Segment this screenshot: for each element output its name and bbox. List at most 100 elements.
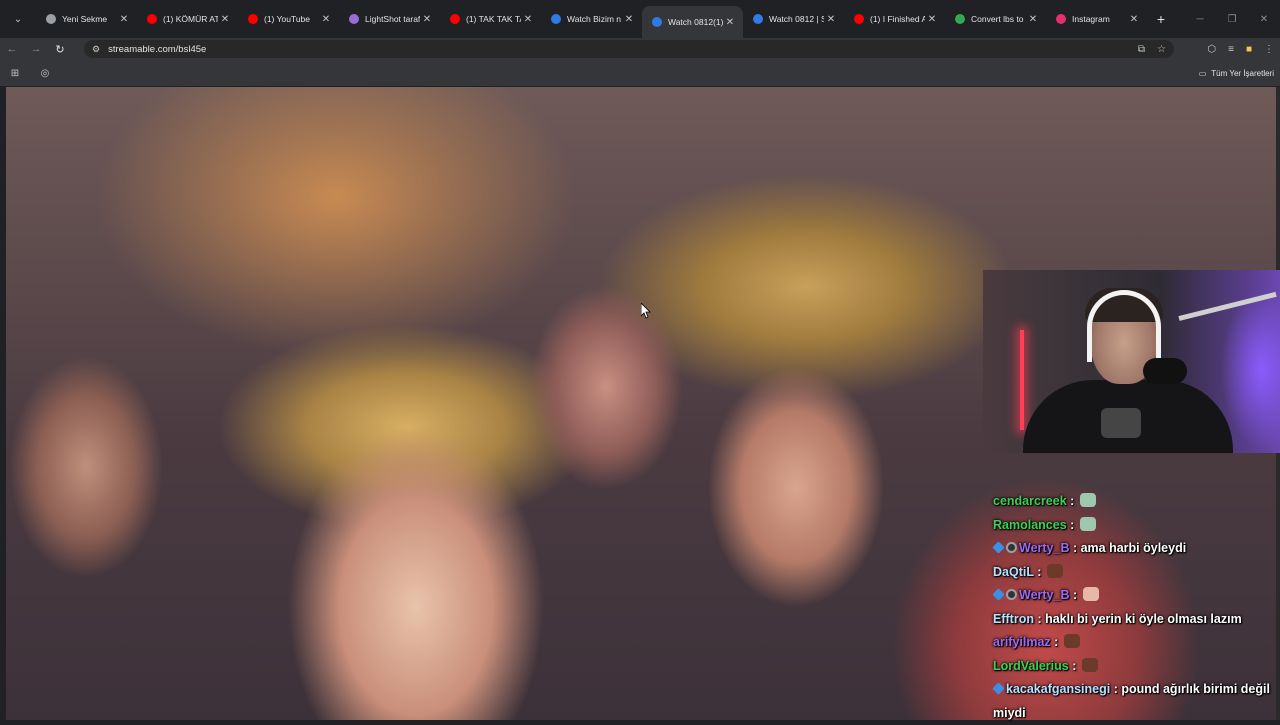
streamable-icon: [551, 14, 561, 24]
chat-message: arifyilmaz :: [993, 631, 1278, 655]
window-controls: ─ ❐ ✕: [1184, 0, 1280, 38]
extensions-icon[interactable]: ⬡: [1207, 44, 1216, 55]
close-tab-icon[interactable]: ✕: [319, 14, 333, 25]
chat-separator: :: [1066, 517, 1078, 532]
menu-icon[interactable]: ⋮: [1264, 44, 1274, 55]
chat-emote-icon: [1063, 634, 1080, 648]
close-tab-icon[interactable]: ✕: [521, 14, 535, 25]
tab-4[interactable]: (1) TAK TAK TA ✕: [440, 0, 541, 38]
tier-badge-icon: [1006, 589, 1017, 600]
chat-username: Werty_B: [1019, 588, 1070, 602]
feather-icon: [349, 14, 359, 24]
toolbar-actions: ⬡ ≡ ■ ⋮: [1207, 38, 1274, 60]
chat-message: cendarcreek :: [993, 490, 1278, 514]
chat-username: Werty_B: [1019, 541, 1070, 555]
headphones: [1087, 290, 1161, 362]
chat-emote-icon: [1079, 516, 1096, 531]
chevron-down-icon: ⌄: [13, 13, 23, 25]
chat-emote-icon: [1046, 563, 1063, 578]
close-tab-icon[interactable]: ✕: [723, 17, 737, 28]
chat-separator: :: [1033, 564, 1045, 579]
webcam-overlay: [983, 270, 1280, 453]
chat-separator: :: [1066, 494, 1078, 508]
chat-message: DaQtiL :: [993, 561, 1278, 585]
chat-username: Efftron: [993, 611, 1034, 626]
translate-icon[interactable]: ⧉: [1138, 44, 1145, 55]
chat-separator: :: [1050, 635, 1062, 649]
apps-grid-icon[interactable]: ⊞: [0, 68, 30, 79]
chat-separator: :: [1033, 611, 1046, 626]
tab-2[interactable]: (1) YouTube ✕: [238, 0, 339, 38]
tab-title: Convert lbs to: [971, 14, 1024, 24]
streamable-icon: [652, 17, 662, 27]
instagram-icon: [1056, 14, 1066, 24]
all-bookmarks-label: Tüm Yer İşaretleri: [1211, 68, 1274, 78]
close-window-icon[interactable]: ✕: [1248, 0, 1280, 38]
mouse-cursor: [640, 302, 651, 324]
maximize-icon[interactable]: ❐: [1216, 0, 1248, 38]
tab-1[interactable]: (1) KÖMÜR AT! ✕: [137, 0, 238, 38]
extension-yellow-icon[interactable]: ■: [1246, 44, 1252, 55]
tab-title: Instagram: [1072, 14, 1110, 24]
close-tab-icon[interactable]: ✕: [1026, 14, 1040, 25]
chat-message: kacakafgansinegi : pound ağırlık birimi …: [992, 678, 1278, 725]
tab-title: Yeni Sekme: [62, 14, 108, 24]
chat-username: arifyilmaz: [993, 635, 1051, 649]
bookmark-site-icon[interactable]: ◎: [30, 68, 60, 79]
close-tab-icon[interactable]: ✕: [420, 14, 434, 25]
tab-list: Yeni Sekme ✕ (1) KÖMÜR AT! ✕ (1) YouTube ✕ Lig…: [36, 0, 1147, 38]
close-tab-icon[interactable]: ✕: [117, 14, 131, 25]
close-tab-icon[interactable]: ✕: [1127, 14, 1141, 25]
chat-separator: :: [1068, 658, 1080, 673]
red-led-light: [1020, 330, 1024, 430]
close-tab-icon[interactable]: ✕: [925, 14, 939, 25]
new-tab-button[interactable]: +: [1147, 11, 1175, 27]
tab-0[interactable]: Yeni Sekme ✕: [36, 0, 137, 38]
youtube-icon: [248, 14, 258, 24]
chat-message: Werty_B :: [992, 584, 1278, 608]
chat-message: Ramolances :: [993, 514, 1278, 538]
chat-username: LordValerius: [993, 658, 1069, 673]
tab-7[interactable]: Watch 0812 | S ✕: [743, 0, 844, 38]
url-text: streamable.com/bsl45e: [108, 43, 207, 55]
youtube-icon: [854, 14, 864, 24]
media-control-icon[interactable]: ≡: [1228, 44, 1234, 55]
tab-10[interactable]: Instagram ✕: [1046, 0, 1147, 38]
minimize-icon[interactable]: ─: [1184, 0, 1216, 38]
chat-username: DaQtiL: [993, 564, 1034, 579]
tab-9[interactable]: Convert lbs to ✕: [945, 0, 1046, 38]
chat-username: Ramolances: [993, 517, 1067, 532]
chat-emote-icon: [1082, 587, 1099, 601]
all-bookmarks-button[interactable]: ▭ Tüm Yer İşaretleri: [1199, 60, 1274, 86]
forward-button[interactable]: →: [24, 43, 48, 55]
tab-3[interactable]: LightShot taraf ✕: [339, 0, 440, 38]
tab-title: LightShot taraf: [365, 14, 420, 24]
tab-title: (1) KÖMÜR AT!: [163, 14, 218, 24]
chat-username: kacakafgansinegi: [1006, 682, 1111, 696]
address-bar[interactable]: ⚙ streamable.com/bsl45e ⧉ ☆: [84, 40, 1174, 58]
tab-5[interactable]: Watch Bizim n ✕: [541, 0, 642, 38]
chat-message: Werty_B : ama harbi öyleydi: [992, 537, 1278, 561]
youtube-icon: [147, 14, 157, 24]
bookmarks-bar: ⊞ ◎ ▭ Tüm Yer İşaretleri: [0, 60, 1280, 86]
folder-icon: ▭: [1198, 68, 1207, 78]
tab-title: (1) I Finished A: [870, 14, 925, 24]
tab-title: Watch Bizim n: [567, 14, 622, 24]
tab-title: (1) YouTube: [264, 14, 310, 24]
back-button[interactable]: ←: [0, 43, 24, 55]
close-tab-icon[interactable]: ✕: [824, 14, 838, 25]
tab-title: Watch 0812(1): [668, 17, 723, 27]
close-tab-icon[interactable]: ✕: [218, 14, 232, 25]
tab-6[interactable]: Watch 0812(1) ✕: [642, 6, 743, 38]
chat-emote-icon: [1079, 493, 1096, 507]
bookmark-star-icon[interactable]: ☆: [1157, 44, 1166, 55]
sub-badge-icon: [992, 682, 1005, 695]
tab-8[interactable]: (1) I Finished A ✕: [844, 0, 945, 38]
chat-username: cendarcreek: [993, 494, 1067, 508]
tab-search-button[interactable]: ⌄: [0, 0, 36, 38]
site-info-icon[interactable]: ⚙: [92, 44, 100, 55]
reload-button[interactable]: ↻: [48, 43, 72, 56]
close-tab-icon[interactable]: ✕: [622, 14, 636, 25]
sub-badge-icon: [992, 588, 1005, 601]
tab-title: (1) TAK TAK TA: [466, 14, 521, 24]
